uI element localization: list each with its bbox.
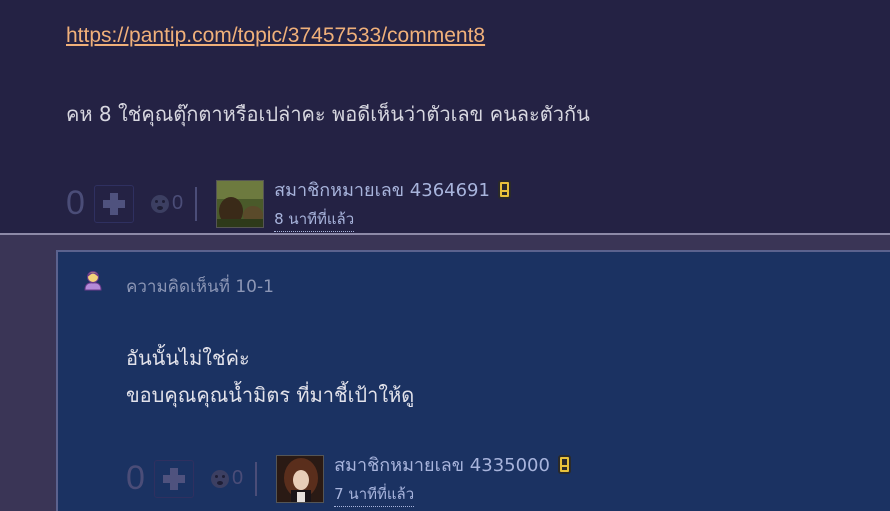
reply-action-row: 0 0 สมาชิกหมายเลข 4335000 7 นาทีที่แล้ว	[126, 450, 571, 507]
comment-link[interactable]: https://pantip.com/topic/37457533/commen…	[66, 24, 485, 48]
vote-plus-button[interactable]	[94, 184, 134, 223]
emotion-count: 0	[232, 467, 244, 489]
comment-panel: https://pantip.com/topic/37457533/commen…	[0, 0, 890, 233]
comment-body: คห 8 ใช่คุณตุ๊กตาหรือเปล่าคะ พอดีเห็นว่า…	[66, 102, 590, 126]
comment-action-row: 0 0 สมาชิกหมายเลข 4364691 8 นาทีที่แล้ว	[66, 175, 511, 232]
emotion-icon[interactable]	[211, 469, 229, 488]
avatar-landscape-icon	[217, 180, 264, 227]
member-meta: สมาชิกหมายเลข 4364691 8 นาทีที่แล้ว	[274, 175, 511, 232]
avatar[interactable]	[276, 454, 325, 503]
mobile-phone-icon	[497, 180, 511, 199]
post-time[interactable]: 8 นาทีที่แล้ว	[274, 207, 355, 232]
emotion-count: 0	[172, 192, 184, 214]
avatar[interactable]	[216, 179, 265, 228]
plus-icon	[103, 192, 125, 215]
vote-score: 0	[126, 459, 145, 497]
emotion-icon[interactable]	[151, 194, 169, 213]
member-line: สมาชิกหมายเลข 4364691	[274, 175, 511, 204]
divider	[195, 186, 198, 221]
section-divider	[0, 233, 890, 235]
reply-line: อันนั้นไม่ใช่ค่ะ	[126, 346, 250, 370]
vote-plus-button[interactable]	[154, 459, 194, 498]
mobile-phone-icon	[557, 455, 571, 474]
post-time[interactable]: 7 นาทีที่แล้ว	[334, 482, 415, 507]
reply-body: อันนั้นไม่ใช่ค่ะ ขอบคุณคุณน้ำมิตร ที่มาช…	[126, 340, 414, 414]
reply-label: ความคิดเห็นที่ 10-1	[126, 277, 274, 297]
member-line: สมาชิกหมายเลข 4335000	[334, 450, 571, 479]
reply-panel: ความคิดเห็นที่ 10-1 อันนั้นไม่ใช่ค่ะ ขอบ…	[56, 250, 890, 511]
vote-score: 0	[66, 184, 85, 222]
divider	[255, 461, 258, 496]
member-name[interactable]: สมาชิกหมายเลข 4364691	[274, 175, 490, 204]
user-avatar-icon	[84, 271, 102, 291]
member-meta: สมาชิกหมายเลข 4335000 7 นาทีที่แล้ว	[334, 450, 571, 507]
reply-line: ขอบคุณคุณน้ำมิตร ที่มาชี้เป้าให้ดู	[126, 383, 415, 407]
avatar-doll-icon	[277, 455, 324, 502]
plus-icon	[163, 467, 185, 490]
member-name[interactable]: สมาชิกหมายเลข 4335000	[334, 450, 550, 479]
